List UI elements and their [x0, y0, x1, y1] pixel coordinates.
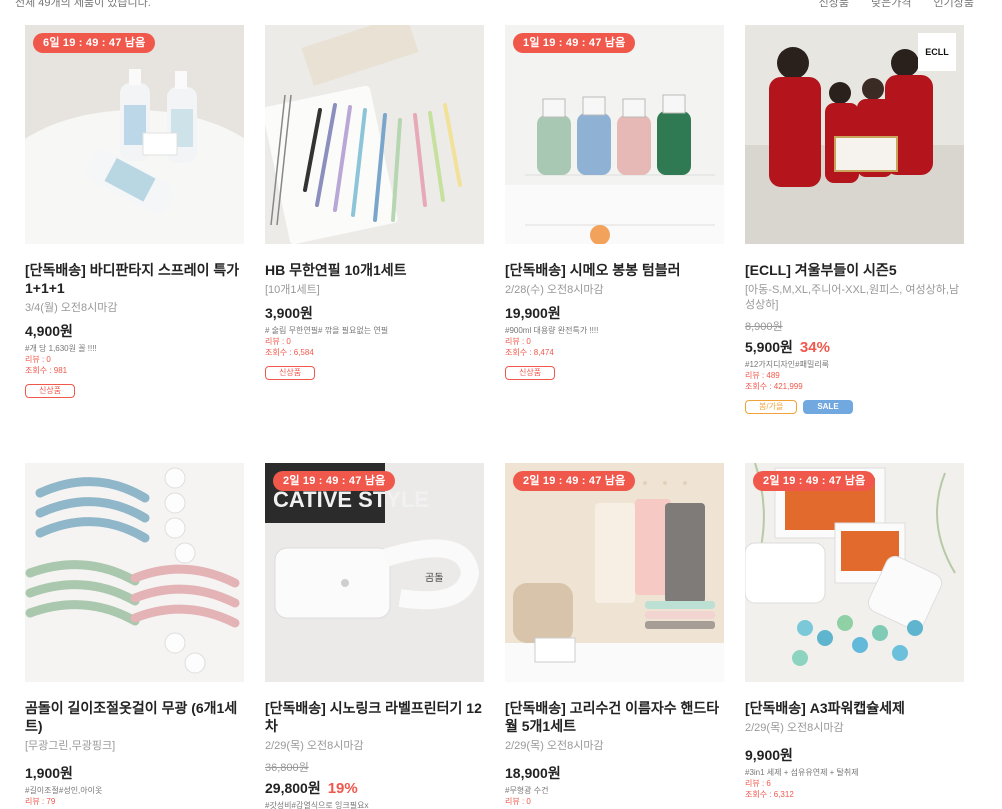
product-image[interactable]: 2일 19 : 49 : 47 남음: [745, 463, 964, 682]
product-subtitle: 2/29(목) 오전8시마감: [745, 722, 844, 734]
countdown-badge: 6일 19 : 49 : 47 남음: [33, 33, 156, 53]
product-card[interactable]: 2일 19 : 49 : 47 남음 [단독배송] 고리수건 이름자수 핸드타월…: [505, 463, 724, 807]
product-tags: #갓성비#감열식으로 잉크필요x: [265, 801, 369, 809]
review-count: 리뷰 : 0: [505, 337, 531, 346]
hangers-image: [25, 463, 244, 682]
product-card[interactable]: 6일 19 : 49 : 47 남음 [단독배송] 바디판타지 스프레이 특가 …: [25, 25, 244, 398]
product-title[interactable]: HB 무한연필 10개1세트: [265, 261, 484, 279]
product-tags: #900ml 대용량 완전특가 !!!!: [505, 326, 599, 335]
spray-bottles-image: [25, 25, 244, 244]
svg-text:곰돌: 곰돌: [425, 572, 443, 584]
product-image[interactable]: [25, 463, 244, 682]
review-count: 리뷰 : 79: [25, 797, 56, 806]
product-title[interactable]: [단독배송] 바디판타지 스프레이 특가 1+1+1: [25, 261, 244, 297]
product-subtitle: 2/29(목) 오전8시마감: [265, 740, 364, 752]
product-card[interactable]: 곰돌이 길이조절옷걸이 무광 (6개1세트) [무광그린,무광핑크] 1,900…: [25, 463, 244, 807]
product-title[interactable]: [단독배송] 고리수건 이름자수 핸드타월 5개1세트: [505, 699, 724, 735]
brand-logo: ECLL: [918, 33, 956, 71]
product-tags: #개 당 1,630원 꼴 !!!!: [25, 344, 97, 353]
product-image[interactable]: 6일 19 : 49 : 47 남음: [25, 25, 244, 244]
review-count: 리뷰 : 0: [25, 355, 51, 364]
product-subtitle: 3/4(월) 오전8시마감: [25, 302, 118, 314]
product-price: 18,900원: [505, 765, 561, 781]
sort-low-price[interactable]: 낮은가격: [871, 0, 911, 10]
product-image[interactable]: ECLL: [745, 25, 964, 244]
pencils-image: [265, 25, 484, 244]
review-count: 리뷰 : 0: [505, 797, 531, 806]
product-subtitle: [아동-S,M,XL,주니어-XXL,원피스, 여성상하,남성상하]: [745, 284, 960, 311]
product-image[interactable]: 2일 19 : 49 : 47 남음: [505, 463, 724, 682]
view-count: 조회수 : 421,999: [745, 382, 803, 391]
product-price: 4,900원: [25, 323, 73, 339]
season-badge: 봄/가을: [745, 400, 798, 414]
product-title[interactable]: [단독배송] 시노링크 라벨프린터기 12차: [265, 699, 484, 735]
product-subtitle: 2/29(목) 오전8시마감: [505, 740, 604, 752]
countdown-badge: 2일 19 : 49 : 47 남음: [753, 471, 876, 491]
product-tags: #무형광 수건: [505, 786, 549, 795]
discount-rate: 19%: [327, 780, 358, 797]
product-card[interactable]: 1일 19 : 49 : 47 남음 [단독배송] 시메오 봉봉 텀블러 2/2…: [505, 25, 724, 380]
product-price: 5,900원: [745, 339, 793, 355]
product-card[interactable]: 2일 19 : 49 : 47 남음 [단독배송] A3파워캡슐세제 2/29(…: [745, 463, 964, 800]
original-price: 8,900원: [745, 321, 783, 333]
product-card[interactable]: HB 무한연필 10개1세트 [10개1세트] 3,900원 # 술림 무한연필…: [265, 25, 484, 380]
product-count-text: 전체 49개의 제품이 있습니다.: [15, 0, 151, 9]
new-badge: 신상품: [505, 366, 556, 380]
product-subtitle: [무광그린,무광핑크]: [25, 740, 116, 752]
sort-new[interactable]: 신상품: [819, 0, 849, 10]
product-subtitle: [10개1세트]: [265, 284, 320, 296]
original-price: 36,800원: [265, 762, 309, 774]
product-subtitle: 2/28(수) 오전8시마감: [505, 284, 604, 296]
product-tags: #3in1 세제 + 섬유유연제 + 탈취제: [745, 768, 859, 777]
review-count: 리뷰 : 0: [265, 337, 291, 346]
product-tags: # 술림 무한연필# 깎을 필요없는 연필: [265, 326, 389, 335]
product-title[interactable]: [단독배송] A3파워캡슐세제: [745, 699, 964, 717]
product-price: 9,900원: [745, 747, 793, 763]
product-image[interactable]: 1일 19 : 49 : 47 남음: [505, 25, 724, 244]
product-card[interactable]: ECLL [ECLL] 겨울부들이 시즌5 [아동-S,M,XL,주니어-XXL…: [745, 25, 964, 414]
product-tags: #길이조절#성인,아이옷: [25, 786, 103, 795]
new-badge: 신상품: [265, 366, 316, 380]
review-count: 리뷰 : 6: [745, 779, 771, 788]
sort-popular[interactable]: 인기상품: [934, 0, 974, 10]
review-count: 리뷰 : 489: [745, 371, 780, 380]
product-title[interactable]: [단독배송] 시메오 봉봉 텀블러: [505, 261, 724, 279]
sort-options: 신상품 낮은가격 인기상품: [819, 0, 974, 10]
tumblers-image: [505, 25, 724, 244]
discount-rate: 34%: [799, 339, 830, 356]
list-header: 전체 49개의 제품이 있습니다. 신상품 낮은가격 인기상품: [0, 0, 1002, 10]
product-image[interactable]: [265, 25, 484, 244]
product-price: 19,900원: [505, 305, 561, 321]
countdown-badge: 2일 19 : 49 : 47 남음: [273, 471, 396, 491]
view-count: 조회수 : 6,312: [745, 790, 794, 799]
product-price: 29,800원: [265, 780, 321, 796]
product-title[interactable]: 곰돌이 길이조절옷걸이 무광 (6개1세트): [25, 699, 244, 735]
label-printer-image: CATIVE STYLE 곰돌: [265, 463, 484, 682]
hand-towels-image: [505, 463, 724, 682]
countdown-badge: 2일 19 : 49 : 47 남음: [513, 471, 636, 491]
product-price: 1,900원: [25, 765, 73, 781]
view-count: 조회수 : 8,474: [505, 348, 554, 357]
product-tags: #12가지디자인#패밀리룩: [745, 360, 830, 369]
product-price: 3,900원: [265, 305, 313, 321]
product-title[interactable]: [ECLL] 겨울부들이 시즌5: [745, 261, 964, 279]
product-image[interactable]: CATIVE STYLE 곰돌 2일 19 : 49 : 47 남음: [265, 463, 484, 682]
new-badge: 신상품: [25, 384, 76, 398]
view-count: 조회수 : 6,584: [265, 348, 314, 357]
countdown-badge: 1일 19 : 49 : 47 남음: [513, 33, 636, 53]
detergent-capsules-image: [745, 463, 964, 682]
product-card[interactable]: CATIVE STYLE 곰돌 2일 19 : 49 : 47 남음 [단독배송…: [265, 463, 484, 809]
sale-badge: SALE: [803, 400, 853, 414]
view-count: 조회수 : 981: [25, 366, 68, 375]
